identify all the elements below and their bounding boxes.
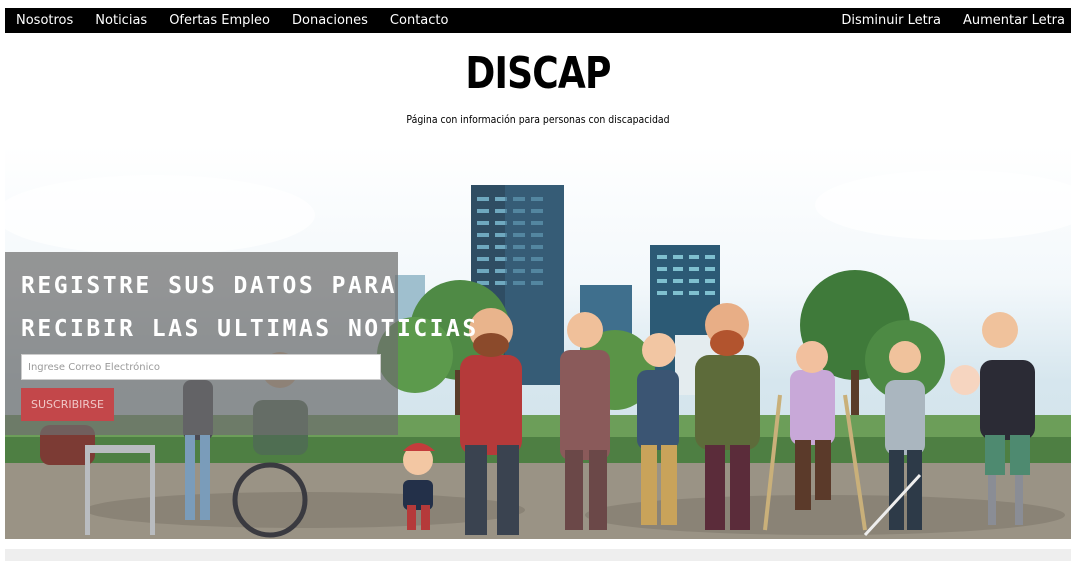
increase-font-link[interactable]: Aumentar Letra (952, 13, 1071, 28)
decrease-font-link[interactable]: Disminuir Letra (830, 13, 952, 28)
subscribe-panel: REGISTRE SUS DATOS PARA RECIBIR LAS ULTI… (5, 252, 476, 435)
nav-right-group: Disminuir Letra Aumentar Letra (830, 8, 1071, 33)
nav-left-group: Nosotros Noticias Ofertas Empleo Donacio… (5, 8, 459, 33)
site-title: DISCAP (465, 48, 611, 99)
nav-link-contacto[interactable]: Contacto (379, 13, 460, 28)
email-input[interactable] (21, 354, 381, 380)
footer-strip (5, 549, 1071, 561)
nav-link-donaciones[interactable]: Donaciones (281, 13, 379, 28)
subscribe-button[interactable]: SUSCRIBIRSE (21, 388, 114, 421)
site-subtitle: Página con información para personas con… (406, 113, 670, 126)
subscribe-heading-line2: RECIBIR LAS ULTIMAS NOTICIAS (21, 316, 479, 342)
nav-link-nosotros[interactable]: Nosotros (5, 13, 84, 28)
subscribe-heading-line1: REGISTRE SUS DATOS PARA (21, 273, 397, 299)
nav-link-noticias[interactable]: Noticias (84, 13, 158, 28)
top-navbar: Nosotros Noticias Ofertas Empleo Donacio… (5, 8, 1071, 33)
nav-link-ofertas-empleo[interactable]: Ofertas Empleo (158, 13, 281, 28)
